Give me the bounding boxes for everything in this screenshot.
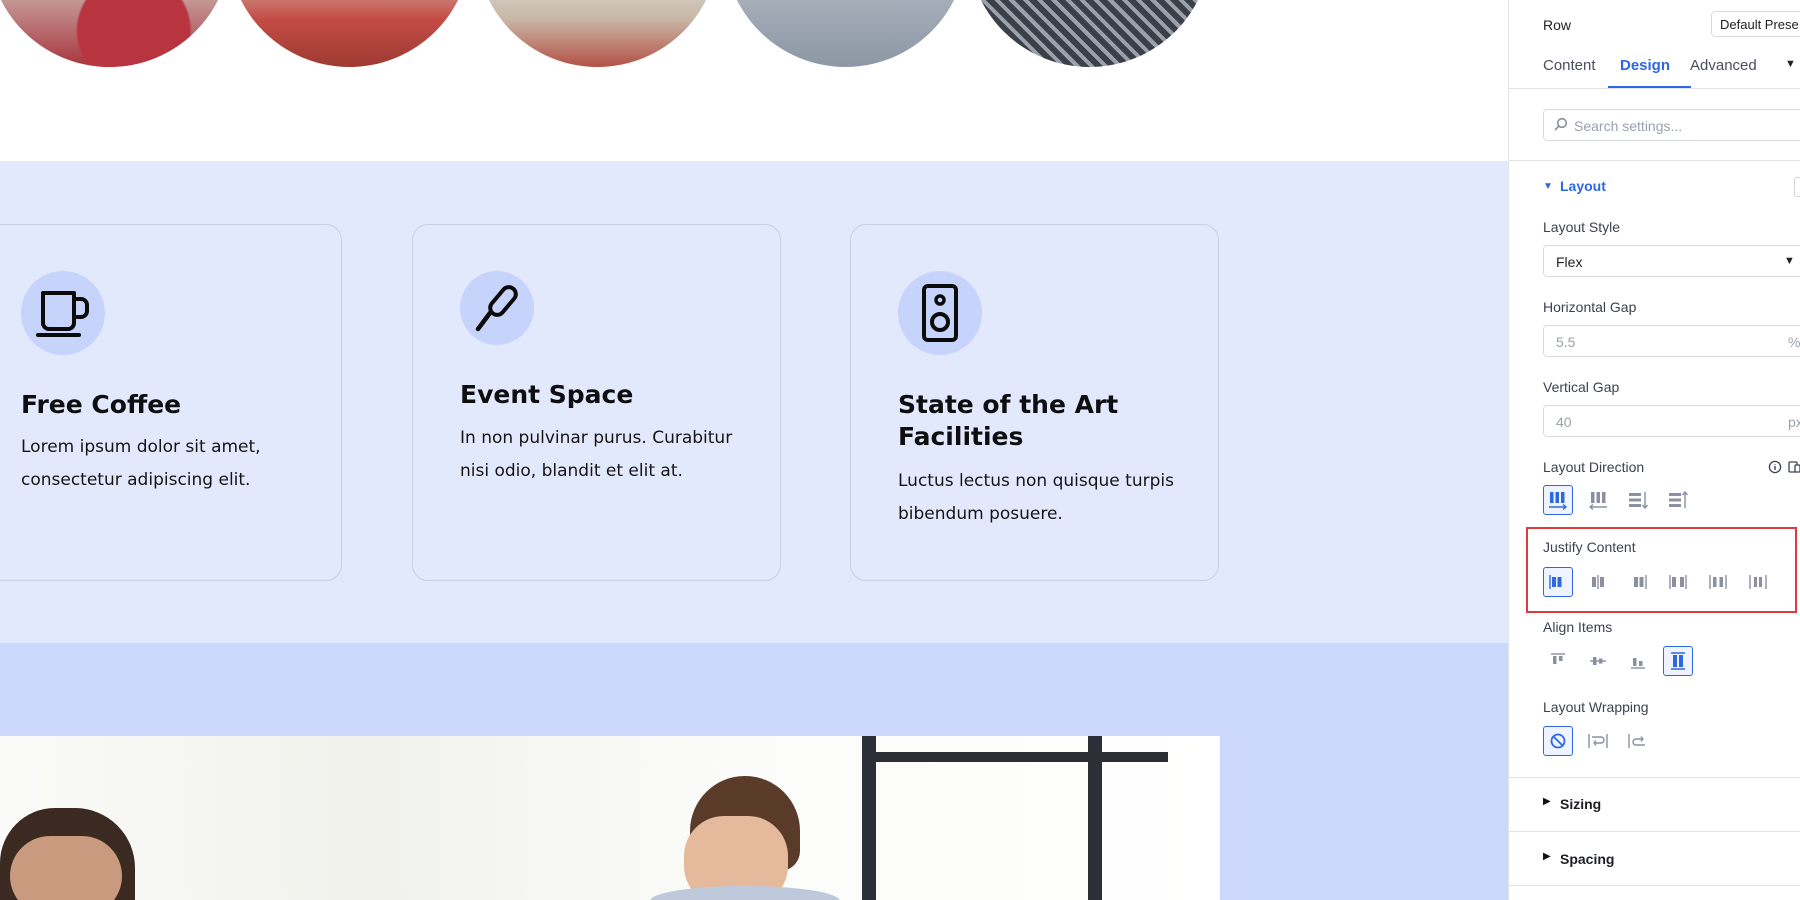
feature-title: Event Space xyxy=(460,380,634,409)
justify-end-icon[interactable] xyxy=(1623,567,1653,597)
direction-row-icon[interactable] xyxy=(1543,485,1573,515)
expand-triangle-icon[interactable]: ▶ xyxy=(1543,796,1551,807)
tab-content[interactable]: Content xyxy=(1543,57,1596,74)
more-tabs-icon[interactable]: ▼ xyxy=(1785,58,1796,70)
wrap-reverse-icon[interactable] xyxy=(1623,726,1653,756)
collapse-triangle-icon[interactable]: ▼ xyxy=(1543,181,1553,192)
justify-space-around-icon[interactable] xyxy=(1703,567,1733,597)
team-photo-circle xyxy=(724,0,967,67)
layout-direction-label: Layout Direction xyxy=(1543,459,1645,475)
responsive-icon[interactable] xyxy=(1787,460,1800,479)
vertical-gap-input[interactable]: 40 px xyxy=(1543,405,1800,437)
align-items-label: Align Items xyxy=(1543,619,1613,635)
feature-title: State of the Art Facilities xyxy=(898,390,1119,451)
direction-row-reverse-icon[interactable] xyxy=(1583,485,1613,515)
feature-card[interactable]: Free Coffee Lorem ipsum dolor sit amet, … xyxy=(0,224,342,581)
horizontal-gap-input[interactable]: 5.5 % xyxy=(1543,325,1800,357)
vertical-gap-label: Vertical Gap xyxy=(1543,379,1620,395)
layout-wrapping-label: Layout Wrapping xyxy=(1543,699,1649,715)
microphone-icon xyxy=(460,271,534,345)
tab-design[interactable]: Design xyxy=(1620,57,1670,74)
feature-card[interactable]: State of the Art Facilities Luctus lectu… xyxy=(850,224,1219,581)
justify-space-evenly-icon[interactable] xyxy=(1743,567,1773,597)
sizing-section-title[interactable]: Sizing xyxy=(1560,796,1601,812)
direction-column-reverse-icon[interactable] xyxy=(1663,485,1693,515)
feature-description: Luctus lectus non quisque turpis bibendu… xyxy=(898,471,1174,524)
justify-center-icon[interactable] xyxy=(1583,567,1613,597)
layout-style-label: Layout Style xyxy=(1543,219,1621,235)
spacing-section-title[interactable]: Spacing xyxy=(1560,851,1614,867)
justify-content-label: Justify Content xyxy=(1543,539,1636,555)
align-center-icon[interactable] xyxy=(1583,646,1613,676)
preset-dropdown[interactable]: Default Prese xyxy=(1711,11,1800,37)
team-photo xyxy=(0,736,1220,900)
horizontal-gap-value: 5.5 xyxy=(1556,334,1576,350)
page-canvas: Free Coffee Lorem ipsum dolor sit amet, … xyxy=(0,0,1508,900)
wrap-icon[interactable] xyxy=(1583,726,1613,756)
vertical-gap-unit[interactable]: px xyxy=(1788,414,1800,430)
horizontal-gap-unit[interactable]: % xyxy=(1788,334,1800,350)
no-wrap-icon[interactable] xyxy=(1543,726,1573,756)
layout-section-title[interactable]: Layout xyxy=(1560,178,1606,194)
team-photo-circle xyxy=(476,0,719,67)
expand-triangle-icon[interactable]: ▶ xyxy=(1543,851,1551,862)
search-input[interactable]: Search settings... xyxy=(1543,109,1800,141)
feature-card[interactable]: Event Space In non pulvinar purus. Curab… xyxy=(412,224,781,581)
layout-style-value: Flex xyxy=(1556,254,1583,270)
tab-advanced[interactable]: Advanced xyxy=(1690,57,1757,74)
feature-description: In non pulvinar purus. Curabitur nisi od… xyxy=(460,428,733,481)
section-options-icon[interactable] xyxy=(1794,177,1800,197)
align-end-icon[interactable] xyxy=(1623,646,1653,676)
vertical-gap-value: 40 xyxy=(1556,414,1572,430)
features-section[interactable]: Free Coffee Lorem ipsum dolor sit amet, … xyxy=(0,161,1508,643)
preset-value: Default Prese xyxy=(1720,17,1799,32)
team-photo-circle xyxy=(228,0,471,67)
align-stretch-icon[interactable] xyxy=(1663,646,1693,676)
settings-panel: Row Default Prese Content Design Advance… xyxy=(1508,0,1800,900)
horizontal-gap-label: Horizontal Gap xyxy=(1543,299,1637,315)
module-name: Row xyxy=(1543,17,1572,33)
speaker-icon xyxy=(898,271,982,355)
align-start-icon[interactable] xyxy=(1543,646,1573,676)
direction-column-icon[interactable] xyxy=(1623,485,1653,515)
feature-title: Free Coffee xyxy=(21,390,182,419)
justify-space-between-icon[interactable] xyxy=(1663,567,1693,597)
feature-description: Lorem ipsum dolor sit amet, consectetur … xyxy=(21,437,261,490)
team-photo-circle xyxy=(0,0,231,67)
search-placeholder: Search settings... xyxy=(1574,118,1683,134)
chevron-down-icon: ▼ xyxy=(1784,255,1795,267)
info-icon[interactable] xyxy=(1768,460,1782,479)
layout-style-select[interactable]: Flex ▼ xyxy=(1543,245,1800,277)
team-photo-circle xyxy=(968,0,1211,67)
justify-start-icon[interactable] xyxy=(1543,567,1573,597)
coffee-mug-icon xyxy=(21,271,105,355)
search-icon xyxy=(1554,117,1568,134)
